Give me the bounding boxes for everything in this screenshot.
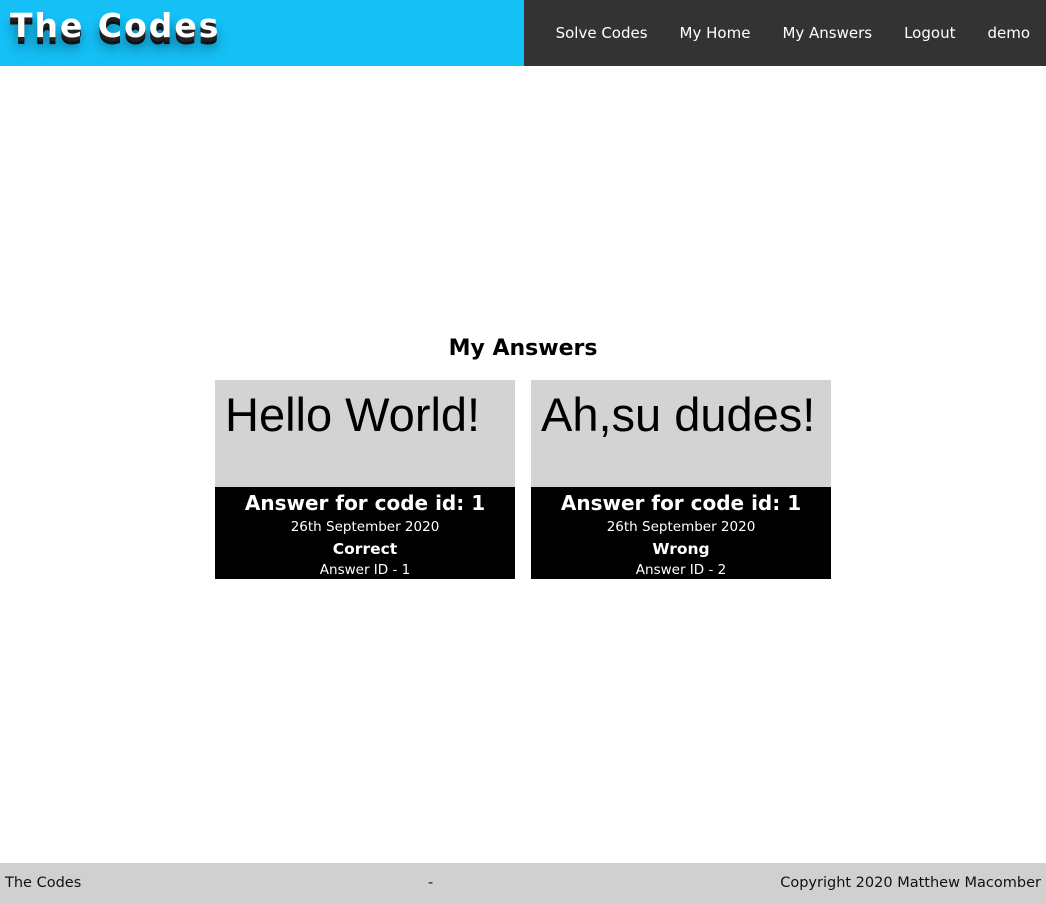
answer-date: 26th September 2020 <box>606 519 756 535</box>
nav-user-demo[interactable]: demo <box>987 24 1030 42</box>
answer-id: Answer ID - 1 <box>319 562 411 578</box>
answer-id: Answer ID - 2 <box>635 562 727 578</box>
nav-solve-codes[interactable]: Solve Codes <box>556 24 648 42</box>
answer-text: Ah,su dudes! <box>541 388 816 441</box>
footer-site-name: The Codes <box>5 875 82 891</box>
answer-text: Hello World! <box>225 388 481 441</box>
footer-separator: - <box>428 875 434 891</box>
footer-copyright: Copyright 2020 Matthew Macomber <box>780 875 1041 891</box>
answer-code-heading: Answer for code id: 1 <box>244 491 486 515</box>
answer-result: Wrong <box>652 540 710 558</box>
answer-result: Correct <box>332 540 398 558</box>
main-nav: Solve Codes My Home My Answers Logout de… <box>523 0 1046 66</box>
page-title: My Answers <box>448 336 598 361</box>
nav-logout[interactable]: Logout <box>904 24 955 42</box>
answer-code-heading: Answer for code id: 1 <box>560 491 802 515</box>
answer-card-info: Answer for code id: 1 26th September 202… <box>215 487 515 579</box>
answer-card[interactable]: Hello World! Answer for code id: 1 26th … <box>215 380 515 579</box>
answer-card[interactable]: Ah,su dudes! Answer for code id: 1 26th … <box>531 380 831 579</box>
answer-card-info: Answer for code id: 1 26th September 202… <box>531 487 831 579</box>
nav-my-answers[interactable]: My Answers <box>782 24 872 42</box>
brand-bar: The Codes <box>0 0 524 66</box>
answer-card-preview: Hello World! <box>215 380 515 487</box>
answer-card-list: Hello World! Answer for code id: 1 26th … <box>215 380 831 579</box>
site-logo-title[interactable]: The Codes <box>10 6 220 45</box>
answer-card-preview: Ah,su dudes! <box>531 380 831 487</box>
nav-my-home[interactable]: My Home <box>680 24 751 42</box>
page: The Codes Solve Codes My Home My Answers… <box>0 0 1046 904</box>
answer-date: 26th September 2020 <box>290 519 440 535</box>
footer: The Codes - Copyright 2020 Matthew Macom… <box>0 863 1046 904</box>
top-header: The Codes Solve Codes My Home My Answers… <box>0 0 1046 66</box>
